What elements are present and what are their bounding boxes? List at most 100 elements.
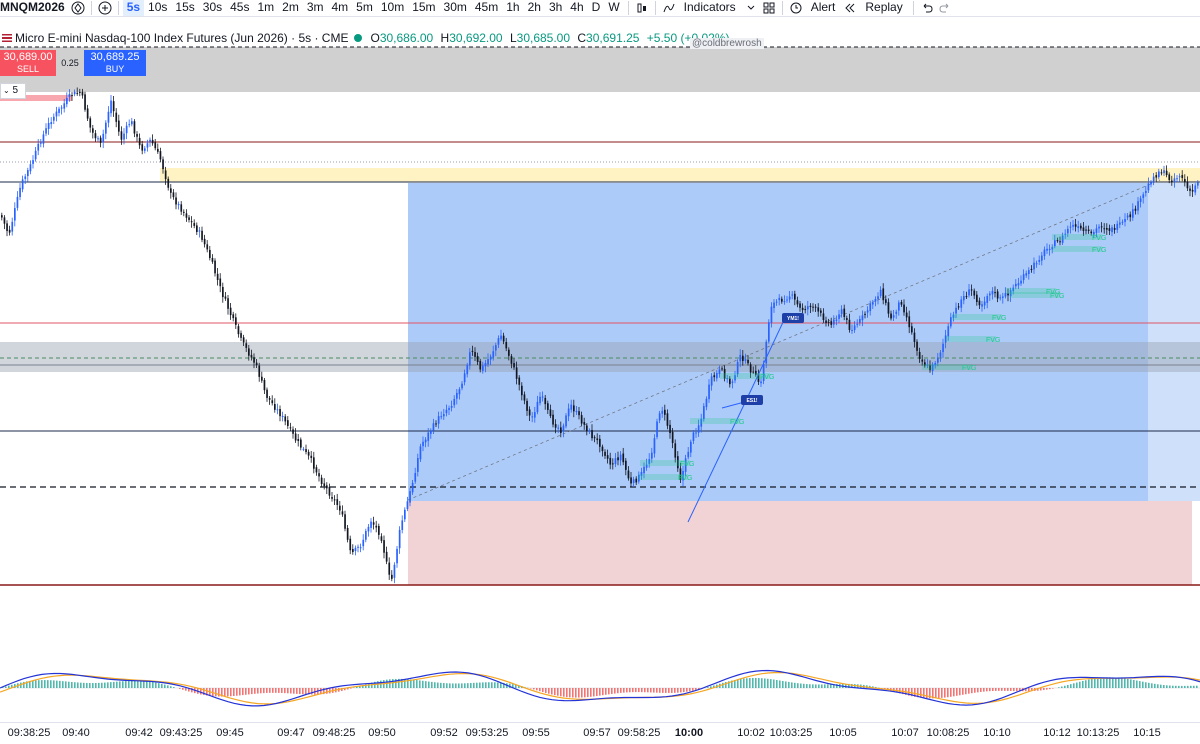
histogram-bar [977, 688, 979, 692]
candle-body [209, 250, 211, 258]
histogram-bar [422, 681, 424, 688]
candle-body [815, 307, 817, 308]
histogram-bar [671, 688, 673, 693]
candle-body [404, 510, 406, 520]
candle-body [108, 112, 110, 123]
histogram-bar [611, 688, 613, 694]
high-value: 30,692.00 [449, 31, 502, 45]
histogram-bar [1193, 686, 1195, 688]
candle-body [854, 325, 856, 330]
candle-body [1101, 226, 1103, 227]
candle-body [625, 461, 627, 470]
time-tick: 09:53:25 [466, 727, 509, 739]
candle-body [503, 336, 505, 342]
histogram-bar [107, 682, 109, 688]
candle-body [921, 360, 923, 362]
candle-body [240, 333, 242, 338]
time-tick: 09:43:25 [160, 727, 203, 739]
candle-body [750, 364, 752, 372]
sell-button[interactable]: 30,689.00 SELL [0, 50, 56, 76]
candle-body [947, 326, 949, 336]
histogram-bar [458, 683, 460, 688]
candle-body [966, 296, 968, 297]
time-tick: 10:08:25 [927, 727, 970, 739]
histogram-bar [779, 680, 781, 688]
flag-icon [2, 34, 12, 42]
candle-body [604, 452, 606, 456]
spread-value: 0.25 [56, 50, 84, 76]
histogram-bar [101, 683, 103, 688]
histogram-bar [230, 688, 232, 696]
histogram-bar [1121, 678, 1123, 688]
candle-body [430, 431, 432, 434]
candle-body [84, 94, 86, 109]
histogram-bar [557, 688, 559, 696]
candle-body [1018, 283, 1020, 285]
histogram-bar [578, 688, 580, 698]
candle-body [1033, 263, 1035, 270]
candle-body [537, 402, 539, 412]
histogram-bar [809, 684, 811, 688]
histogram-bar [1091, 679, 1093, 688]
histogram-bar [1154, 684, 1156, 688]
candle-body [742, 356, 744, 361]
candle-body [664, 410, 666, 415]
histogram-bar [1070, 684, 1072, 688]
candle-body [1015, 284, 1017, 286]
histogram-bar [305, 688, 307, 694]
candle-body [396, 549, 398, 563]
histogram-bar [1046, 688, 1048, 690]
candle-body [789, 297, 791, 300]
gray-mid-zone [0, 342, 1200, 372]
candle-body [622, 454, 624, 463]
histogram-bar [1010, 688, 1012, 691]
candle-body [820, 311, 822, 313]
candle-body [186, 213, 188, 217]
candle-body [799, 303, 801, 307]
candle-body [321, 478, 323, 484]
histogram-bar [1007, 688, 1009, 691]
candle-body [1025, 273, 1027, 275]
chart-canvas[interactable]: FVGFVGFVGFVGFVGFVGFVGFVGFVGFVGFVGYM1!ES1… [0, 0, 1200, 722]
quantity-stepper[interactable]: ⌄ 5 [0, 83, 26, 99]
candle-body [836, 320, 838, 321]
candle-body [729, 379, 731, 385]
histogram-bar [62, 681, 64, 688]
candle-body [823, 313, 825, 320]
buy-label: BUY [84, 63, 146, 75]
candle-body [342, 511, 344, 514]
candle-body [872, 303, 874, 305]
candle-body [1166, 171, 1168, 175]
low-value: 30,685.00 [517, 31, 570, 45]
candle-body [628, 471, 630, 479]
candle-body [1049, 249, 1051, 250]
buy-button[interactable]: 30,689.25 BUY [84, 50, 146, 76]
candle-body [79, 92, 81, 93]
candle-body [898, 303, 900, 311]
candle-body [375, 526, 377, 528]
candle-body [50, 122, 52, 124]
candle-body [175, 197, 177, 204]
time-axis[interactable]: 09:38:2509:4009:4209:43:2509:4509:4709:4… [0, 722, 1200, 744]
symbol-title[interactable]: Micro E-mini Nasdaq-100 Index Futures (J… [15, 31, 348, 45]
candle-body [570, 405, 572, 410]
histogram-bar [428, 682, 430, 688]
histogram-bar [1148, 683, 1150, 688]
histogram-bar [296, 688, 298, 694]
histogram-bar [545, 688, 547, 693]
histogram-bar [743, 679, 745, 688]
histogram-bar [1187, 686, 1189, 688]
histogram-bar [923, 688, 925, 698]
candle-body [258, 366, 260, 377]
candle-body [937, 358, 939, 363]
candle-body [901, 302, 903, 305]
histogram-bar [299, 688, 301, 694]
histogram-bar [47, 680, 49, 688]
yellow-zone [160, 168, 1200, 182]
candle-body [459, 389, 461, 394]
candle-body [1085, 230, 1087, 231]
histogram-bar [824, 684, 826, 688]
histogram-bar [815, 684, 817, 688]
histogram-bar [1049, 688, 1051, 689]
histogram-bar [755, 678, 757, 688]
